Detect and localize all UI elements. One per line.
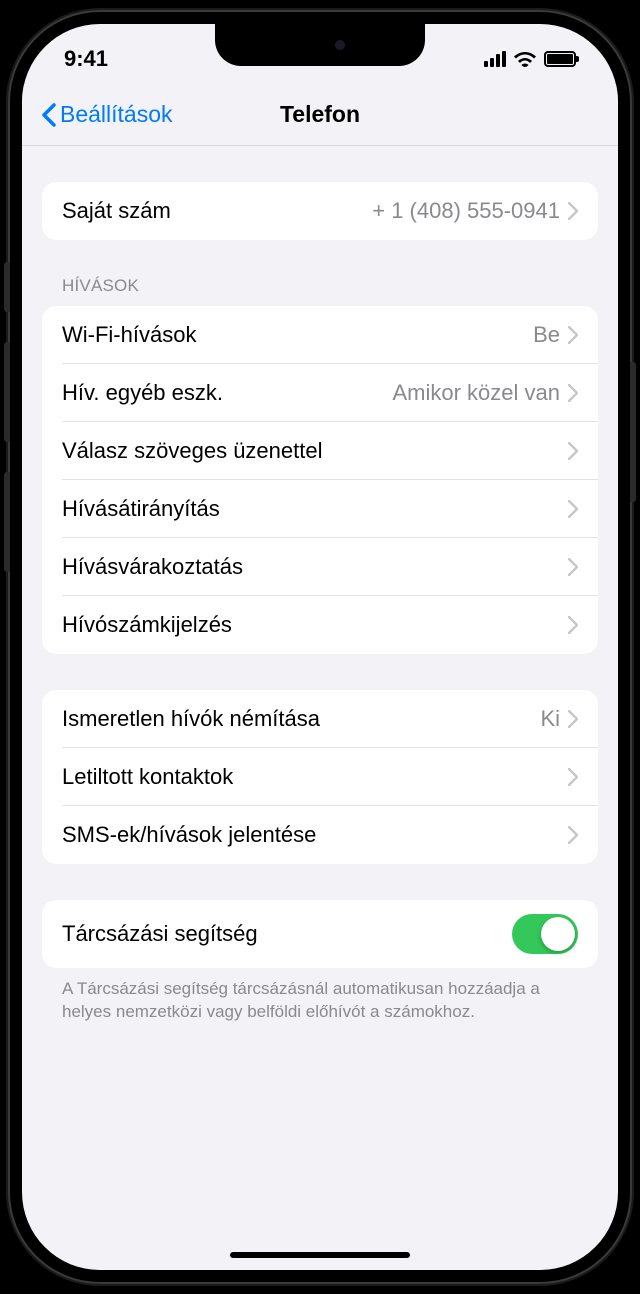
call-waiting-row[interactable]: Hívásvárakoztatás (42, 538, 598, 596)
blocked-contacts-row[interactable]: Letiltott kontaktok (42, 748, 598, 806)
row-label: Wi-Fi-hívások (62, 322, 533, 348)
row-label: Hív. egyéb eszk. (62, 380, 392, 406)
battery-icon (544, 51, 576, 67)
call-forwarding-row[interactable]: Hívásátirányítás (42, 480, 598, 538)
text-reply-row[interactable]: Válasz szöveges üzenettel (42, 422, 598, 480)
row-value: Amikor közel van (392, 380, 560, 406)
report-sms-row[interactable]: SMS-ek/hívások jelentése (42, 806, 598, 864)
row-value: Be (533, 322, 560, 348)
row-label: SMS-ek/hívások jelentése (62, 822, 568, 848)
chevron-right-icon (568, 768, 578, 786)
chevron-right-icon (568, 442, 578, 460)
row-label: Válasz szöveges üzenettel (62, 438, 568, 464)
cellular-signal-icon (484, 51, 506, 67)
nav-bar: Beállítások Telefon (22, 84, 618, 146)
wifi-icon (514, 51, 536, 67)
chevron-left-icon (40, 103, 56, 127)
caller-id-row[interactable]: Hívószámkijelzés (42, 596, 598, 654)
home-indicator[interactable] (230, 1252, 410, 1258)
screen: 9:41 Beállítások Telefon (22, 24, 618, 1270)
status-time: 9:41 (64, 46, 108, 72)
phone-frame: 9:41 Beállítások Telefon (10, 12, 630, 1282)
row-label: Hívásátirányítás (62, 496, 568, 522)
chevron-right-icon (568, 326, 578, 344)
notch (215, 24, 425, 66)
row-label: Ismeretlen hívók némítása (62, 706, 540, 732)
calls-section-header: HÍVÁSOK (42, 276, 598, 306)
chevron-right-icon (568, 558, 578, 576)
my-number-value: + 1 (408) 555-0941 (372, 198, 560, 224)
row-label: Hívásvárakoztatás (62, 554, 568, 580)
dial-assist-footer: A Tárcsázási segítség tárcsázásnál autom… (42, 968, 598, 1024)
chevron-right-icon (568, 500, 578, 518)
row-label: Letiltott kontaktok (62, 764, 568, 790)
back-button[interactable]: Beállítások (22, 101, 173, 128)
chevron-right-icon (568, 710, 578, 728)
calls-other-devices-row[interactable]: Hív. egyéb eszk. Amikor közel van (42, 364, 598, 422)
chevron-right-icon (568, 384, 578, 402)
silence-unknown-row[interactable]: Ismeretlen hívók némítása Ki (42, 690, 598, 748)
chevron-right-icon (568, 826, 578, 844)
dial-assist-row: Tárcsázási segítség (42, 900, 598, 968)
chevron-right-icon (568, 616, 578, 634)
row-label: Tárcsázási segítség (62, 921, 512, 947)
my-number-label: Saját szám (62, 198, 372, 224)
wifi-calling-row[interactable]: Wi-Fi-hívások Be (42, 306, 598, 364)
chevron-right-icon (568, 202, 578, 220)
dial-assist-toggle[interactable] (512, 914, 578, 954)
my-number-row[interactable]: Saját szám + 1 (408) 555-0941 (42, 182, 598, 240)
row-label: Hívószámkijelzés (62, 612, 568, 638)
back-label: Beállítások (60, 101, 173, 128)
row-value: Ki (540, 706, 560, 732)
content[interactable]: Saját szám + 1 (408) 555-0941 HÍVÁSOK Wi… (22, 146, 618, 1220)
